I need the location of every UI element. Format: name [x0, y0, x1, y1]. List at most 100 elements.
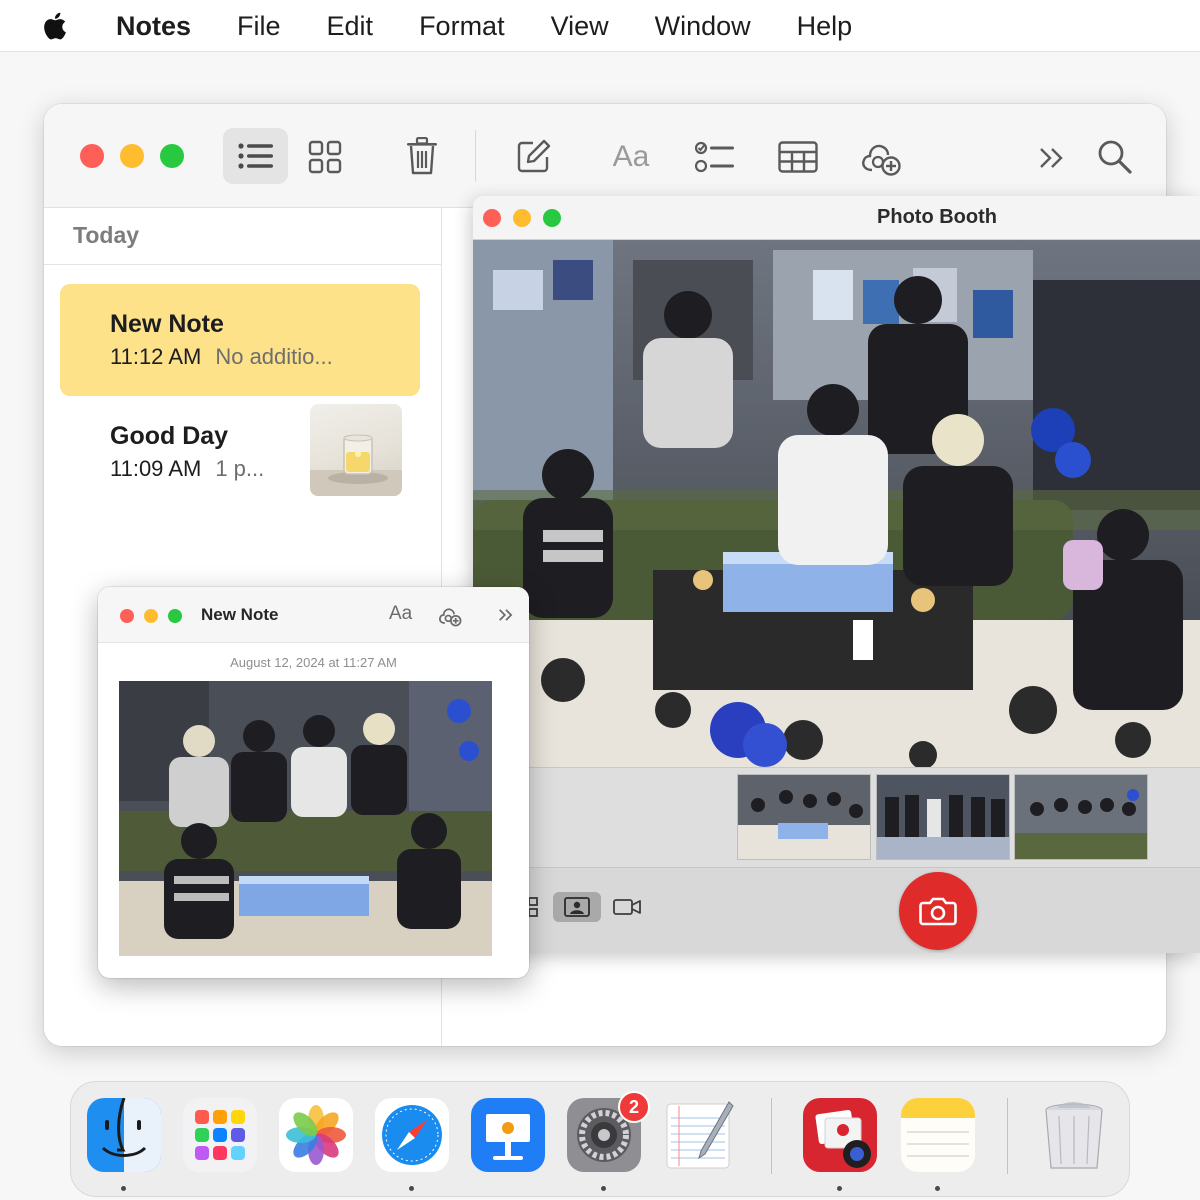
- safari-icon: [375, 1098, 449, 1172]
- running-indicator: [121, 1186, 126, 1191]
- photo-strip: [473, 767, 1200, 867]
- menu-help[interactable]: Help: [797, 11, 853, 42]
- note-preview: No additio...: [215, 344, 333, 369]
- thumbnail-image: [877, 775, 1009, 859]
- menu-format[interactable]: Format: [419, 11, 505, 42]
- menu-file[interactable]: File: [237, 11, 281, 42]
- photo-booth-controls: [473, 867, 1200, 953]
- running-indicator: [837, 1186, 842, 1191]
- search-icon: [1098, 140, 1132, 174]
- zoom-button[interactable]: [168, 609, 182, 623]
- portrait-icon: [564, 897, 590, 917]
- compose-icon: [517, 139, 551, 173]
- trash-icon: [407, 137, 437, 175]
- close-button[interactable]: [120, 609, 134, 623]
- chevron-double-right-icon[interactable]: [498, 608, 514, 622]
- new-note-titlebar: New Note Aa: [98, 587, 529, 643]
- menu-app-name[interactable]: Notes: [116, 11, 191, 42]
- new-note-window: New Note Aa August 12, 2024 at 11:27 AM: [98, 587, 529, 978]
- keynote-icon: [471, 1098, 545, 1172]
- group-photo-image: [473, 240, 1200, 767]
- textedit-icon: [666, 1101, 734, 1169]
- thumbnail-image: [738, 775, 870, 859]
- notes-toolbar: Aa: [44, 104, 1166, 208]
- launchpad-icon: [183, 1098, 257, 1172]
- note-item-new-note[interactable]: New Note 11:12 AM No additio...: [60, 284, 420, 396]
- collaborate-icon[interactable]: [438, 603, 462, 627]
- minimize-button[interactable]: [144, 609, 158, 623]
- search-button[interactable]: [1092, 134, 1138, 180]
- candle-image: [310, 434, 402, 496]
- video-camera-icon: [613, 899, 641, 915]
- table-button[interactable]: [775, 134, 821, 180]
- dock-photo-booth[interactable]: [803, 1098, 877, 1172]
- close-button[interactable]: [80, 144, 104, 168]
- menu-bar: Notes File Edit Format View Window Help: [0, 0, 1200, 52]
- still-photo-mode-button[interactable]: [553, 892, 601, 922]
- photo-thumbnail[interactable]: [1014, 774, 1148, 860]
- photo-booth-icon: [803, 1098, 877, 1172]
- photos-icon: [279, 1098, 353, 1172]
- photo-booth-preview: [473, 240, 1200, 767]
- delete-button[interactable]: [400, 132, 444, 180]
- format-label: Aa: [612, 140, 650, 173]
- dock-photos[interactable]: [279, 1098, 353, 1172]
- gallery-view-icon: [308, 140, 342, 174]
- checklist-button[interactable]: [692, 134, 738, 180]
- dock-separator: [1007, 1098, 1008, 1174]
- format-button[interactable]: Aa: [389, 603, 412, 625]
- collaborate-icon: [862, 144, 901, 176]
- table-icon: [778, 141, 818, 173]
- photo-thumbnail[interactable]: [876, 774, 1010, 860]
- zoom-button[interactable]: [160, 144, 184, 168]
- note-meta: 11:12 AM No additio...: [110, 344, 333, 370]
- menu-window[interactable]: Window: [655, 11, 751, 42]
- note-photo: [119, 681, 492, 956]
- gallery-view-button[interactable]: [302, 134, 348, 180]
- menu-view[interactable]: View: [551, 11, 609, 42]
- dock-trash[interactable]: [1037, 1098, 1111, 1172]
- toolbar-divider: [475, 130, 476, 182]
- note-time: 11:09 AM: [110, 456, 202, 481]
- minimize-button[interactable]: [120, 144, 144, 168]
- note-time: 11:12 AM: [110, 344, 202, 369]
- dock: [70, 1081, 1130, 1197]
- apple-logo-icon[interactable]: [38, 9, 72, 43]
- note-title: Good Day: [110, 422, 229, 450]
- list-view-button[interactable]: [223, 128, 288, 184]
- note-meta: 11:09 AM 1 p...: [110, 456, 264, 482]
- format-button[interactable]: Aa: [604, 134, 658, 180]
- notes-icon: [901, 1098, 975, 1172]
- more-toolbar-button[interactable]: [1030, 138, 1074, 178]
- finder-icon: [87, 1098, 161, 1172]
- new-note-button[interactable]: [512, 134, 556, 178]
- new-note-title: New Note: [201, 605, 279, 624]
- video-mode-button[interactable]: [603, 892, 651, 922]
- photo-booth-window: Photo Booth: [473, 196, 1200, 953]
- thumbnail-image: [1015, 775, 1147, 859]
- camera-icon: [919, 897, 957, 926]
- running-indicator: [409, 1186, 414, 1191]
- photo-booth-titlebar: Photo Booth: [473, 196, 1200, 240]
- note-thumbnail: [310, 404, 402, 496]
- list-view-icon: [237, 143, 273, 169]
- dock-launchpad[interactable]: [183, 1098, 257, 1172]
- note-preview: 1 p...: [215, 456, 265, 481]
- note-item-good-day[interactable]: Good Day 11:09 AM 1 p...: [60, 396, 420, 508]
- trash-icon: [1045, 1102, 1103, 1169]
- take-photo-button[interactable]: [899, 872, 977, 950]
- dock-textedit[interactable]: [663, 1098, 737, 1172]
- dock-finder[interactable]: [87, 1098, 161, 1172]
- dock-safari[interactable]: [375, 1098, 449, 1172]
- running-indicator: [935, 1186, 940, 1191]
- photo-thumbnail[interactable]: [737, 774, 871, 860]
- menu-edit[interactable]: Edit: [327, 11, 374, 42]
- menu-items: Notes File Edit Format View Window Help: [116, 0, 898, 52]
- collaborate-button[interactable]: [858, 132, 904, 180]
- running-indicator: [601, 1186, 606, 1191]
- chevron-double-right-icon: [1040, 148, 1063, 168]
- dock-notes[interactable]: [901, 1098, 975, 1172]
- notification-badge: 2: [618, 1091, 650, 1123]
- dock-keynote[interactable]: [471, 1098, 545, 1172]
- photo-booth-title: Photo Booth: [877, 206, 997, 228]
